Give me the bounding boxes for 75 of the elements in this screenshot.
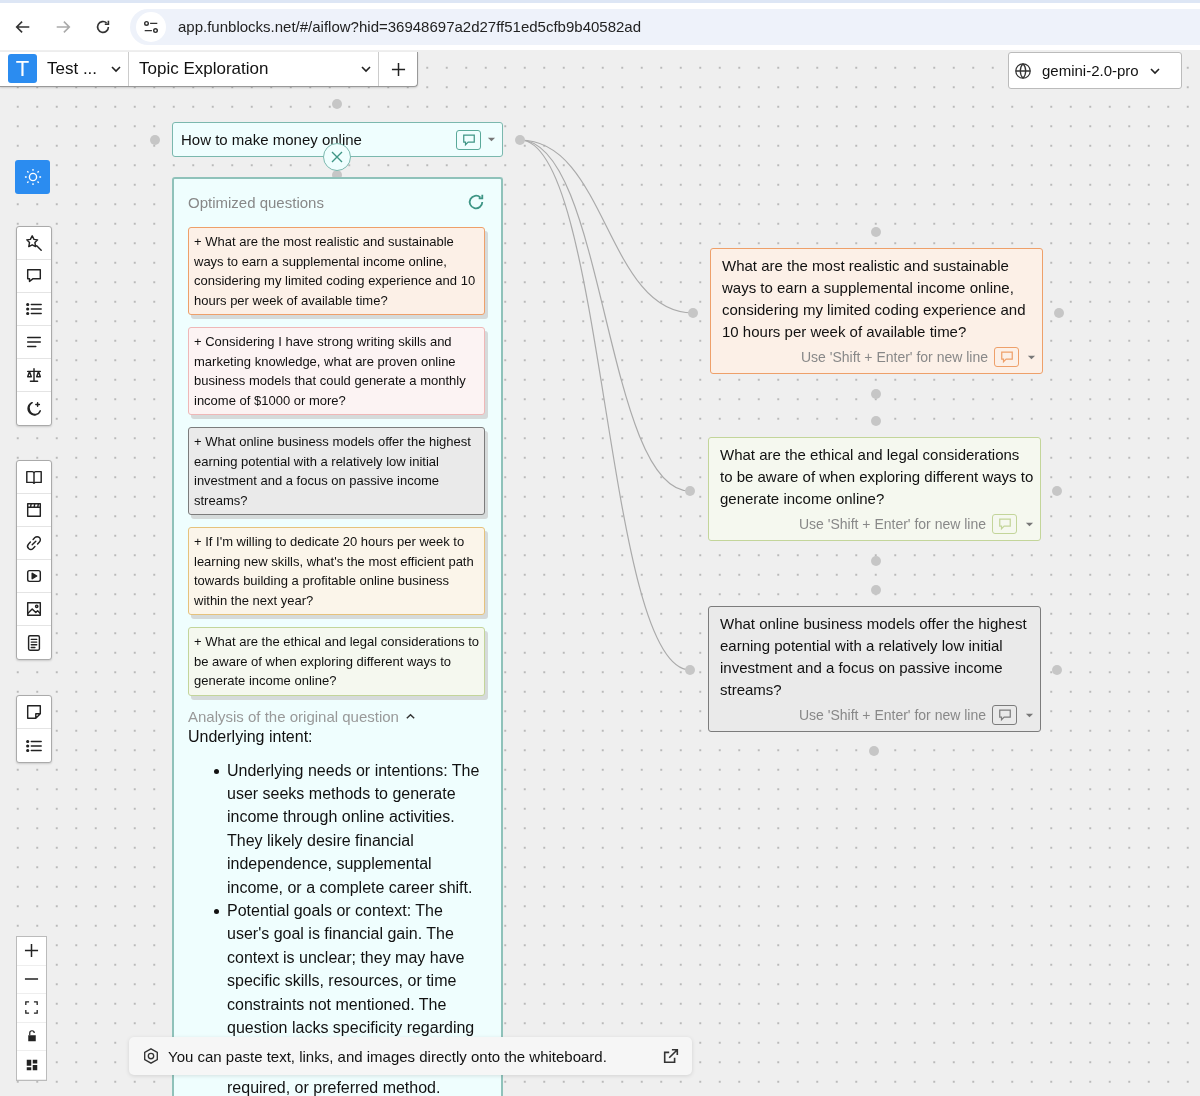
fullscreen-icon [25,1001,38,1015]
chat-bubble-icon [25,267,43,285]
panel-title: Optimized questions [188,193,324,211]
connection-handle[interactable] [332,99,342,109]
node-text: What are the ethical and legal considerations to be aware of when exploring different ways to generate income online? [720,445,1034,509]
comment-button[interactable] [456,129,481,150]
play-icon [25,567,43,585]
question-node[interactable]: What online business models offer the highest earning potential with a relatively low initial investment and a focus on passive income streams? Use 'Shift + Enter' for new line [708,606,1041,732]
document-icon [25,633,43,652]
analysis-text: Potential goals or context: The user's goal is financial gain. The context is unclear; they may have specific skills, resources, or time constraints not mentioned. The question lacks specificity regarding [227,901,475,1036]
comment-icon [999,350,1014,364]
connection-handle[interactable] [1054,308,1064,318]
analysis-heading: Underlying intent: [188,727,314,746]
input-hint: Use 'Shift + Enter' for new line [798,516,986,532]
comment-button[interactable] [992,705,1017,725]
link-icon [25,534,43,552]
sticky-note-icon [25,703,43,721]
caret-icon[interactable] [487,135,496,144]
connection-handle[interactable] [871,227,881,237]
plus-icon [390,61,406,77]
connection-handle[interactable] [150,135,160,145]
node-title: How to make money online [181,131,363,148]
comment-icon [997,708,1012,722]
chevron-icon [110,63,122,75]
connection-handle[interactable] [685,665,695,675]
connection-handle[interactable] [871,416,881,426]
close-icon [331,151,343,163]
bullet-icon [214,768,219,774]
image-icon [25,600,43,618]
workspace-dropdown[interactable]: Test ... [37,52,129,86]
hexagon-icon [142,1047,160,1065]
node-text: What online business models offer the highest earning potential with a relatively low initial investment and a focus on passive income streams? [720,614,1028,700]
connection-handle[interactable] [871,556,881,566]
analysis-text: required, or preferred method. [227,1079,441,1096]
connection-handle[interactable] [515,135,525,145]
connection-handle[interactable] [688,308,698,318]
book-icon [25,468,43,486]
question-node[interactable] [710,248,1043,374]
balance-scale-icon [25,366,43,384]
connection-handle[interactable] [871,585,881,595]
url-text: app.funblocks.net/#/aiflow?hid=36948697a2d27ff51ed5cfb9b40582ad [178,18,642,35]
connection-handle[interactable] [869,746,879,756]
input-hint: Use 'Shift + Enter' for new line [798,707,986,723]
magic-wand-icon [25,234,43,252]
theme-toggle-button[interactable] [15,160,50,194]
comment-icon [997,517,1012,531]
analysis-text: Underlying needs or intentions: The user seeks methods to generate income through online activities. They likely desire financial independence, supplemental income, or a complete career shift. [227,761,480,896]
connection-handle[interactable] [1052,486,1062,496]
question-node[interactable]: How to make money online [172,122,503,157]
lock-icon [25,1030,38,1043]
connection-handle[interactable] [1052,665,1062,675]
node-text: What are the most realistic and sustainable ways to earn a supplemental income online, considering my limited coding experience and 10 hours per week of available time? [722,256,1027,342]
bullet-icon [214,908,219,914]
model-selector[interactable]: gemini-2.0-pro [1008,52,1182,89]
clapperboard-icon [25,501,43,519]
comment-icon [461,132,476,147]
external-link-icon[interactable] [662,1047,680,1065]
connection-handle[interactable] [871,389,881,399]
chevron-icon [360,63,372,75]
grid-icon [25,1058,38,1071]
moon-stars-icon [25,399,43,418]
input-hint: Use 'Shift + Enter' for new line [800,349,988,365]
globe-icon [1014,61,1032,80]
close-button[interactable] [323,143,351,171]
site-settings-icon[interactable] [136,11,166,42]
sun-icon [23,168,42,186]
address-bar[interactable]: app.funblocks.net/#/aiflow?hid=36948697a2d27ff51ed5cfb9b40582ad [130,8,1200,45]
refresh-icon[interactable] [467,193,485,211]
connection-handle[interactable] [685,486,695,496]
question-node[interactable]: What are the ethical and legal considerations to be aware of when exploring different ways to generate income online? Use 'Shift + Enter' for new line [708,437,1041,541]
plus-icon [24,943,39,959]
bullet-list-icon [25,300,43,318]
minus-icon [24,978,39,981]
board-dropdown[interactable]: Topic Exploration [129,52,379,86]
tip-text: You can paste text, links, and images directly onto the whiteboard. [168,1047,608,1065]
